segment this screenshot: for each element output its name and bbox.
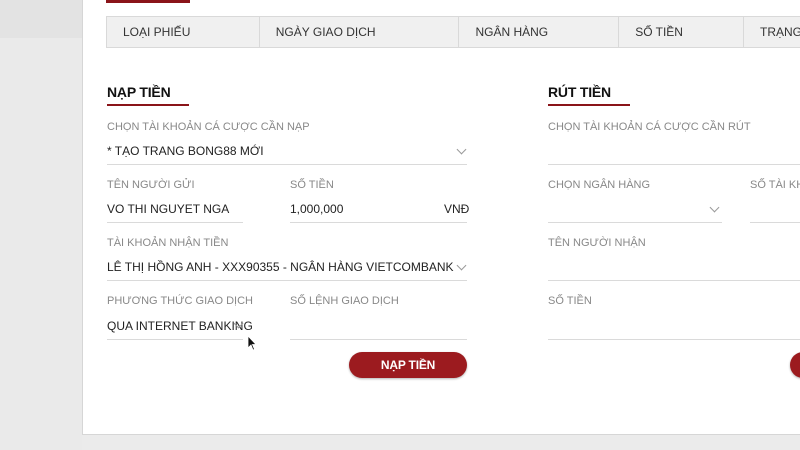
header-transaction-date[interactable]: NGÀY GIAO DỊCH	[260, 17, 460, 47]
deposit-submit-button[interactable]: NẠP TIỀN	[349, 352, 467, 378]
receiving-account-label: TÀI KHOẢN NHẬN TIỀN	[107, 237, 229, 249]
transaction-table-header: LOẠI PHIẾU NGÀY GIAO DỊCH NGÂN HÀNG SỐ T…	[106, 16, 800, 48]
order-number-label: SỐ LỆNH GIAO DỊCH	[290, 295, 399, 307]
header-status[interactable]: TRẠNG T	[744, 17, 800, 47]
deposit-title: NẠP TIỀN	[107, 84, 171, 100]
divider	[290, 222, 467, 223]
sender-name-input[interactable]: VO THI NGUYET NGA	[107, 202, 229, 216]
divider	[548, 222, 722, 223]
header-amount[interactable]: SỐ TIỀN	[619, 17, 744, 47]
left-background	[0, 0, 82, 450]
divider	[107, 222, 243, 223]
divider	[750, 222, 800, 223]
divider	[548, 280, 800, 281]
deposit-title-underline	[107, 104, 189, 106]
payment-method-select[interactable]: QUA INTERNET BANKING	[107, 319, 253, 333]
currency-label: VNĐ	[444, 202, 470, 216]
header-ticket-type[interactable]: LOẠI PHIẾU	[107, 17, 260, 47]
divider	[548, 164, 800, 165]
deposit-amount-label: SỐ TIỀN	[290, 179, 334, 191]
divider	[107, 280, 467, 281]
active-tab-indicator	[106, 0, 190, 3]
left-background-top	[0, 0, 82, 38]
divider	[548, 339, 800, 340]
withdraw-amount-label: SỐ TIỀN	[548, 295, 592, 307]
sender-name-label: TÊN NGƯỜI GỬI	[107, 179, 195, 191]
deposit-account-label: CHỌN TÀI KHOẢN CÁ CƯỢC CẦN NẠP	[107, 121, 310, 133]
payment-method-label: PHƯƠNG THỨC GIAO DỊCH	[107, 295, 253, 307]
withdraw-bank-label: CHỌN NGÂN HÀNG	[548, 179, 651, 191]
receiver-name-label: TÊN NGƯỜI NHẬN	[548, 237, 646, 249]
withdraw-account-label: CHỌN TÀI KHOẢN CÁ CƯỢC CẦN RÚT	[548, 121, 751, 133]
receiving-account-select[interactable]: LÊ THỊ HỒNG ANH - XXX90355 - NGÂN HÀNG V…	[107, 260, 454, 274]
withdraw-account-number-label: SỐ TÀI KHO	[750, 179, 800, 191]
withdraw-title: RÚT TIỀN	[548, 84, 611, 100]
header-bank[interactable]: NGÂN HÀNG	[459, 17, 620, 47]
withdraw-title-underline	[548, 104, 630, 106]
divider	[107, 164, 467, 165]
mouse-pointer-icon	[247, 335, 257, 351]
divider	[290, 339, 467, 340]
deposit-amount-input[interactable]: 1,000,000	[290, 202, 343, 216]
deposit-account-select[interactable]: * TẠO TRANG BONG88 MỚI	[107, 144, 264, 158]
divider	[107, 339, 243, 340]
